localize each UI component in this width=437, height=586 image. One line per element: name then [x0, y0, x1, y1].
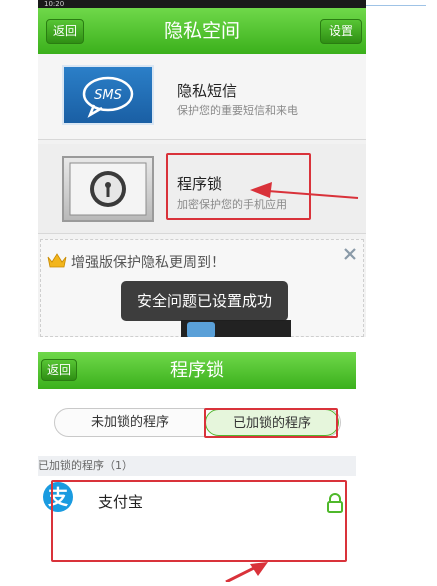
menu-item-title: 隐私短信	[177, 82, 238, 100]
highlight-box-locked-tab	[204, 408, 338, 438]
divider	[366, 5, 426, 6]
tab-unlocked-apps[interactable]: 未加锁的程序	[65, 409, 195, 436]
status-bar: 10:20	[38, 0, 366, 8]
pointer-arrow	[248, 178, 360, 202]
page-title: 隐私空间	[163, 20, 240, 42]
menu-item-subtitle: 保护您的重要短信和来电	[177, 104, 298, 117]
pointer-arrow	[222, 560, 272, 584]
crown-icon	[47, 252, 67, 268]
menu-item-private-sms[interactable]: SMS 隐私短信 保护您的重要短信和来电	[38, 54, 366, 140]
section-header: 已加锁的程序（1）	[38, 456, 356, 476]
sms-icon: SMS	[62, 65, 154, 125]
sms-icon-label: SMS	[94, 88, 122, 103]
highlight-box-app-row	[51, 480, 347, 562]
title-bar: 隐私空间 返回 设置	[38, 8, 366, 54]
settings-button[interactable]: 设置	[320, 19, 362, 44]
back-button[interactable]: 返回	[41, 359, 77, 381]
back-button[interactable]: 返回	[46, 19, 84, 44]
close-icon[interactable]	[343, 246, 357, 260]
success-toast: 安全问题已设置成功	[121, 281, 288, 321]
vault-lock-icon	[62, 156, 154, 222]
title-bar: 程序锁 返回	[38, 352, 356, 389]
page-title: 程序锁	[170, 360, 224, 381]
promo-image	[181, 320, 291, 337]
promo-text: 增强版保护隐私更周到！	[71, 255, 225, 271]
